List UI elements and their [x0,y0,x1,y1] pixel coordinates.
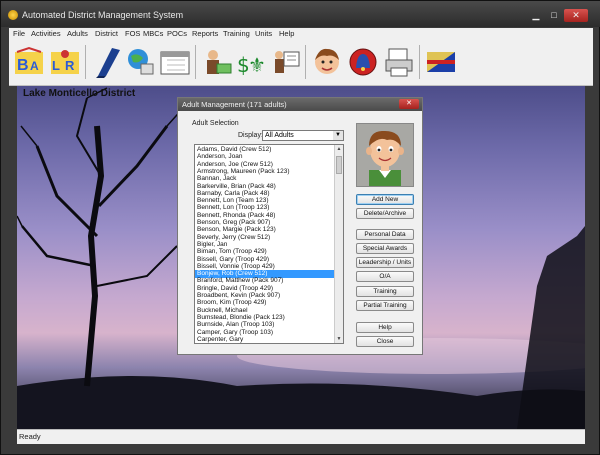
svg-text:⚜: ⚜ [248,53,266,77]
toolbar-separator [419,45,420,79]
adult-management-dialog: Adult Management (171 adults) ✕ Adult Se… [177,97,423,355]
ler-icon[interactable]: LR [49,44,81,80]
partial-training-button[interactable]: Partial Training [356,300,414,311]
title-bar[interactable]: Automated District Management System ▁ □… [1,1,600,27]
scroll-down-icon[interactable]: ▼ [335,335,343,343]
status-text: Ready [19,432,41,441]
menu-help[interactable]: Help [279,29,294,38]
window-title: Automated District Management System [22,10,184,20]
special-awards-button[interactable]: Special Awards [356,243,414,254]
svg-text:L: L [52,58,60,73]
toolbar: BA LR $ ⚜ [9,39,593,86]
menu-fos[interactable]: FOS [125,29,140,38]
flag-icon[interactable] [425,44,457,80]
list-item[interactable]: Carpenter, Gary [195,336,335,343]
district-label: Lake Monticello District [23,88,136,99]
training-button[interactable]: Training [356,286,414,297]
oa-button[interactable]: O/A [356,271,414,282]
adult-photo [356,123,414,187]
menu-reports[interactable]: Reports [192,29,218,38]
display-label: Display: [238,132,263,139]
close-window-button[interactable]: ✕ [564,9,588,22]
book-icon[interactable] [91,44,123,80]
menu-district[interactable]: District [95,29,118,38]
delete-archive-button[interactable]: Delete/Archive [356,208,414,219]
globe-person-icon[interactable] [125,44,157,80]
money-person-icon[interactable] [201,44,233,80]
display-select[interactable]: All Adults ▼ [262,130,344,141]
toolbar-separator [195,45,196,79]
svg-text:A: A [30,59,39,73]
menu-bar: File Activities Adults District FOS MBCs… [9,28,593,39]
menu-mbcs[interactable]: MBCs [143,29,163,38]
menu-pocs[interactable]: POCs [167,29,187,38]
dialog-title-bar[interactable]: Adult Management (171 adults) ✕ [178,98,422,111]
menu-activities[interactable]: Activities [31,29,61,38]
boy-face-icon[interactable] [311,44,343,80]
bell-icon[interactable] [347,44,379,80]
close-button[interactable]: Close [356,336,414,347]
toolbar-separator [85,45,86,79]
menu-units[interactable]: Units [255,29,272,38]
bsa-icon[interactable]: BA [13,44,45,80]
adult-selection-label: Adult Selection [192,120,239,127]
dialog-title: Adult Management (171 adults) [182,100,287,109]
toolbar-separator [305,45,306,79]
calendar-icon[interactable] [159,44,191,80]
list-scrollbar[interactable]: ▲ ▼ [334,145,343,343]
personal-data-button[interactable]: Personal Data [356,229,414,240]
adult-list[interactable]: Adams, David (Crew 512) Anderson, Joan And… [194,144,344,344]
add-new-button[interactable]: Add New [356,194,414,205]
dialog-close-icon[interactable]: ✕ [399,99,419,109]
app-window: Automated District Management System ▁ □… [0,0,600,455]
maximize-button[interactable]: □ [546,9,562,22]
menu-adults[interactable]: Adults [67,29,88,38]
chevron-down-icon[interactable]: ▼ [333,131,343,140]
help-button[interactable]: Help [356,322,414,333]
scroll-up-icon[interactable]: ▲ [335,145,343,153]
scrollbar-thumb[interactable] [336,156,342,174]
leadership-units-button[interactable]: Leadership / Units [356,257,414,268]
menu-file[interactable]: File [13,29,25,38]
app-icon [8,10,18,20]
svg-text:B: B [17,57,29,74]
status-bar: Ready [17,429,585,444]
menu-training[interactable]: Training [223,29,250,38]
printer-icon[interactable] [383,44,415,80]
presentation-icon[interactable] [269,44,301,80]
svg-text:R: R [65,58,75,73]
money-fleur-icon[interactable]: $ ⚜ [235,44,267,80]
minimize-button[interactable]: ▁ [528,9,544,22]
display-select-value: All Adults [265,132,294,139]
